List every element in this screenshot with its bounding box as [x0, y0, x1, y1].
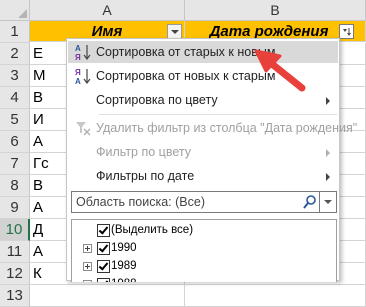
- row-header[interactable]: 8: [0, 175, 30, 197]
- cell-a-text: Е: [33, 45, 44, 62]
- row-header[interactable]: 10: [0, 219, 30, 241]
- cell-a-text: Д: [33, 221, 44, 238]
- cell-a-text: А: [33, 133, 44, 150]
- row-header[interactable]: 7: [0, 153, 30, 175]
- cell-a-text: В: [33, 177, 44, 194]
- menu-item-label: Сортировка по цвету: [96, 93, 218, 107]
- menu-item-label: Фильтр по цвету: [96, 145, 191, 159]
- menu-item-filter-by-color[interactable]: Фильтр по цвету: [68, 141, 338, 163]
- search-placeholder: Область поиска: (Все): [76, 195, 205, 209]
- expand-icon[interactable]: [83, 280, 92, 282]
- menu-item-label: Сортировка от старых к новым: [96, 45, 276, 59]
- select-all-corner[interactable]: [0, 0, 30, 21]
- row-header[interactable]: 12: [0, 263, 30, 285]
- checkbox-checked[interactable]: [97, 278, 110, 282]
- row-header[interactable]: 5: [0, 109, 30, 131]
- cell-a-text: В: [33, 89, 44, 106]
- svg-text:Я: Я: [75, 53, 81, 62]
- search-icon[interactable]: [302, 194, 318, 210]
- menu-separator: [99, 114, 337, 115]
- menu-item-date-filters[interactable]: Фильтры по дате: [68, 165, 338, 187]
- tree-item-select-all[interactable]: (Выделить все): [72, 221, 332, 239]
- expand-icon[interactable]: [83, 262, 92, 271]
- column-header-b[interactable]: B: [185, 0, 366, 21]
- chevron-down-icon: [324, 200, 332, 204]
- cell-a-text: М: [33, 67, 46, 84]
- value-tree: (Выделить все) 1990 1989 1988: [71, 219, 337, 282]
- menu-item-label: Удалить фильтр из столбца "Дата рождения…: [96, 121, 358, 135]
- clear-filter-icon: [76, 122, 91, 136]
- svg-text:А: А: [75, 77, 81, 86]
- filter-button-name[interactable]: [167, 24, 182, 39]
- row-header[interactable]: 1: [0, 21, 30, 43]
- search-scope-dropdown[interactable]: [319, 192, 336, 212]
- menu-item-label: Сортировка от новых к старым: [96, 69, 276, 83]
- row-header[interactable]: 2: [0, 43, 30, 65]
- checkbox-checked[interactable]: [97, 260, 110, 273]
- filter-button-birthdate[interactable]: [339, 24, 354, 39]
- menu-item-clear-filter[interactable]: Удалить фильтр из столбца "Дата рождения…: [68, 117, 357, 139]
- annotation-arrow-icon: [254, 49, 306, 92]
- cell-a-text: Гс: [33, 155, 49, 172]
- cell-a-text: А: [33, 199, 44, 216]
- tree-item-label: 1989: [111, 260, 137, 272]
- tree-item-year[interactable]: 1990: [72, 239, 332, 257]
- cell-a-text: И: [33, 111, 44, 128]
- sort-ascending-icon: А Я: [75, 44, 91, 62]
- svg-text:А: А: [75, 44, 81, 53]
- menu-item-label: Фильтры по дате: [96, 169, 195, 183]
- cell-a[interactable]: [30, 285, 185, 307]
- cell-b[interactable]: [185, 285, 366, 307]
- search-field[interactable]: Область поиска: (Все): [71, 191, 337, 213]
- cell-a-text: А: [33, 243, 44, 260]
- submenu-arrow-icon: [326, 173, 330, 181]
- expand-icon[interactable]: [83, 244, 92, 253]
- row-header[interactable]: 13: [0, 285, 30, 307]
- row-header[interactable]: 11: [0, 241, 30, 263]
- tree-item-label: (Выделить все): [111, 224, 194, 236]
- submenu-arrow-icon: [326, 97, 330, 105]
- chevron-down-icon: [171, 30, 179, 34]
- checkbox-checked[interactable]: [97, 224, 110, 237]
- row-header[interactable]: 3: [0, 65, 30, 87]
- tree-item-year[interactable]: 1989: [72, 257, 332, 275]
- column-header-a[interactable]: A: [30, 0, 185, 21]
- sort-descending-icon: Я А: [75, 68, 91, 86]
- tree-item-label: 1990: [111, 242, 137, 254]
- checkbox-checked[interactable]: [97, 242, 110, 255]
- sort-filter-icon: [343, 28, 351, 36]
- row-header[interactable]: 9: [0, 197, 30, 219]
- svg-text:Я: Я: [75, 68, 81, 77]
- submenu-arrow-icon: [326, 149, 330, 157]
- row-header[interactable]: 6: [0, 131, 30, 153]
- row-header[interactable]: 4: [0, 87, 30, 109]
